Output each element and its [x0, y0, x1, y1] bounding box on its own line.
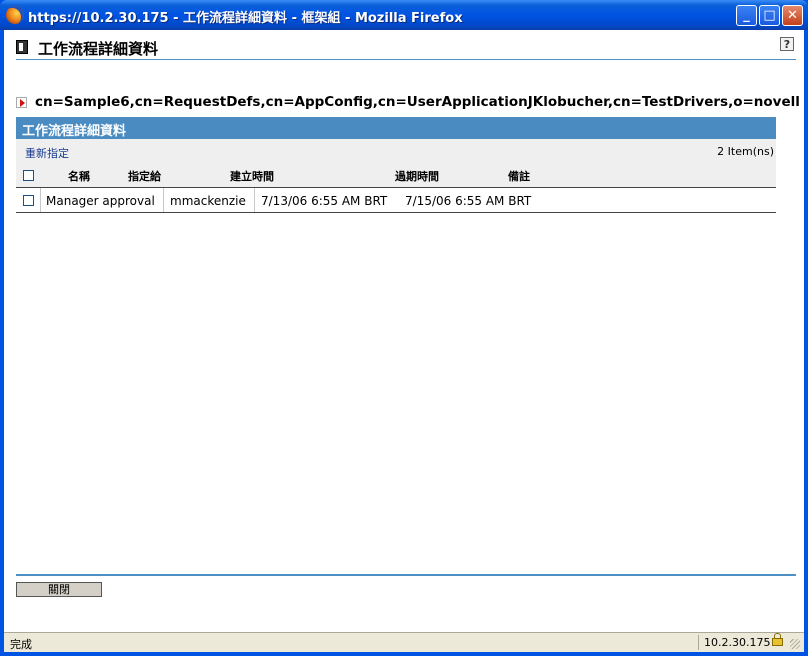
- cell-assigned-to: mmackenzie: [170, 194, 246, 208]
- panel-title: 工作流程詳細資料: [22, 124, 127, 139]
- table-row[interactable]: Manager approval mmackenzie 7/13/06 6:55…: [16, 188, 776, 212]
- minimize-button[interactable]: _: [736, 5, 757, 26]
- close-window-button[interactable]: ✕: [782, 5, 803, 26]
- row-checkbox[interactable]: [23, 195, 34, 206]
- cell-divider: [163, 188, 164, 212]
- footer-divider: [16, 574, 796, 576]
- header-divider: [16, 59, 796, 60]
- item-count: 2 Item(ns): [717, 145, 774, 158]
- column-header-created[interactable]: 建立時間: [230, 168, 274, 184]
- column-header-name[interactable]: 名稱: [68, 168, 90, 184]
- resize-grip[interactable]: [790, 639, 800, 649]
- firefox-icon: [6, 6, 24, 24]
- page-icon: [16, 40, 28, 54]
- cell-expires: 7/15/06 6:55 AM BRT: [405, 194, 532, 208]
- status-bar: 完成 10.2.30.175: [4, 632, 804, 652]
- cell-name: Manager approval: [46, 194, 155, 208]
- cell-divider: [254, 188, 255, 212]
- workflow-dn: cn=Sample6,cn=RequestDefs,cn=AppConfig,c…: [35, 94, 800, 110]
- status-divider: [698, 635, 699, 650]
- column-header-expires[interactable]: 過期時間: [395, 168, 439, 184]
- browser-window: https://10.2.30.175 - 工作流程詳細資料 - 框架組 - M…: [0, 0, 808, 656]
- title-bar[interactable]: https://10.2.30.175 - 工作流程詳細資料 - 框架組 - M…: [0, 0, 808, 30]
- table-bottom-rule: [16, 212, 776, 213]
- page-content: 工作流程詳細資料 ? cn=Sample6,cn=RequestDefs,cn=…: [4, 30, 804, 632]
- close-button[interactable]: 關閉: [16, 582, 102, 597]
- dn-arrow-icon[interactable]: [16, 97, 27, 108]
- column-header-assigned-to[interactable]: 指定給: [128, 168, 161, 184]
- select-all-checkbox[interactable]: [23, 170, 34, 181]
- lock-icon[interactable]: [772, 633, 783, 646]
- status-host: 10.2.30.175: [704, 636, 771, 649]
- window-title: https://10.2.30.175 - 工作流程詳細資料 - 框架組 - M…: [28, 11, 463, 26]
- column-header-notes[interactable]: 備註: [508, 168, 530, 184]
- cell-divider: [40, 188, 41, 212]
- panel-header: 工作流程詳細資料: [16, 117, 776, 139]
- panel-toolbar: 重新指定 2 Item(ns) 名稱 指定給 建立時間 過期時間 備註: [16, 139, 776, 187]
- page-title: 工作流程詳細資料: [38, 40, 159, 58]
- reassign-link[interactable]: 重新指定: [25, 145, 69, 161]
- cell-created: 7/13/06 6:55 AM BRT: [261, 194, 388, 208]
- maximize-button[interactable]: □: [759, 5, 780, 26]
- help-icon[interactable]: ?: [780, 37, 794, 51]
- status-text: 完成: [10, 638, 32, 651]
